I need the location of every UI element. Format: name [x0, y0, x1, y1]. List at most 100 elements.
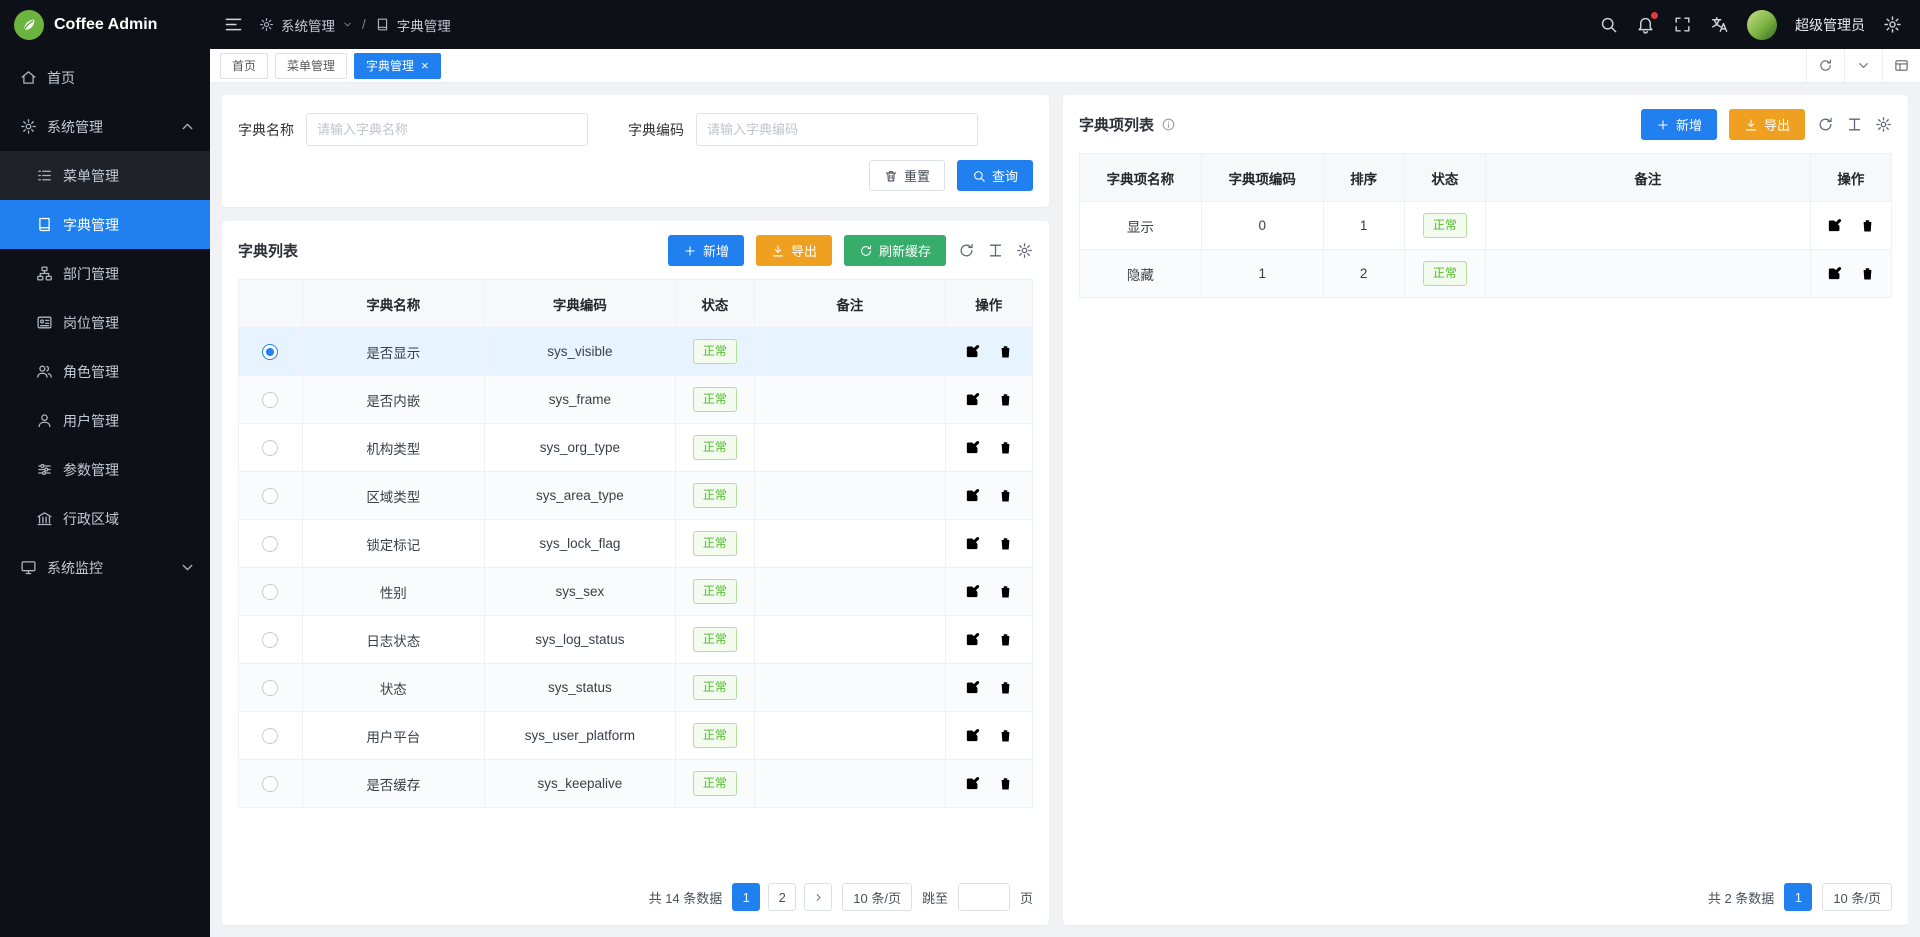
dict-row[interactable]: 性别sys_sex正常	[239, 568, 1033, 616]
dict-row[interactable]: 锁定标记sys_lock_flag正常	[239, 520, 1033, 568]
page-button-1[interactable]: 1	[732, 883, 760, 911]
column-settings-icon[interactable]	[1846, 116, 1863, 133]
add-button[interactable]: 新增	[668, 235, 744, 266]
dict-item-row[interactable]: 隐藏12正常	[1080, 250, 1892, 298]
row-radio[interactable]	[262, 584, 278, 600]
user-name[interactable]: 超级管理员	[1795, 15, 1865, 35]
delete-icon[interactable]	[997, 439, 1014, 456]
dict-row[interactable]: 是否缓存sys_keepalive正常	[239, 760, 1033, 808]
delete-icon[interactable]	[997, 391, 1014, 408]
tab-home[interactable]: 首页	[220, 53, 268, 79]
row-radio[interactable]	[262, 392, 278, 408]
page-button-2[interactable]: 2	[768, 883, 796, 911]
delete-icon[interactable]	[997, 583, 1014, 600]
sidebar-group-system[interactable]: 系统管理	[0, 102, 210, 151]
edit-icon[interactable]	[964, 343, 981, 360]
refresh-tab-button[interactable]	[1806, 49, 1844, 82]
delete-icon[interactable]	[997, 727, 1014, 744]
sidebar-item-home[interactable]: 首页	[0, 53, 210, 102]
row-radio[interactable]	[262, 776, 278, 792]
delete-icon[interactable]	[997, 775, 1014, 792]
breadcrumb-dict[interactable]: 字典管理	[397, 15, 451, 35]
edit-icon[interactable]	[964, 535, 981, 552]
edit-icon[interactable]	[964, 727, 981, 744]
app-logo[interactable]: Coffee Admin	[0, 0, 210, 49]
close-icon[interactable]: ×	[421, 59, 429, 72]
content-fullscreen-button[interactable]	[1882, 49, 1920, 82]
edit-icon[interactable]	[964, 775, 981, 792]
export-items-button[interactable]: 导出	[1729, 109, 1805, 140]
query-button[interactable]: 查询	[957, 160, 1033, 191]
tab-dict[interactable]: 字典管理×	[354, 53, 441, 79]
sidebar-item-dept[interactable]: 部门管理	[0, 249, 210, 298]
edit-icon[interactable]	[964, 487, 981, 504]
refresh-table-icon[interactable]	[958, 242, 975, 259]
edit-icon[interactable]	[964, 631, 981, 648]
edit-icon[interactable]	[964, 583, 981, 600]
tab-actions-dropdown[interactable]	[1844, 49, 1882, 82]
edit-icon[interactable]	[1826, 265, 1843, 282]
edit-icon[interactable]	[1826, 217, 1843, 234]
settings-gear-icon[interactable]	[1883, 15, 1902, 34]
page-size-select[interactable]: 10 条/页	[842, 883, 912, 911]
delete-icon[interactable]	[997, 679, 1014, 696]
delete-icon[interactable]	[997, 487, 1014, 504]
edit-icon[interactable]	[964, 391, 981, 408]
table-settings-icon[interactable]	[1016, 242, 1033, 259]
reset-button[interactable]: 重置	[869, 160, 945, 191]
edit-icon[interactable]	[964, 679, 981, 696]
sidebar-item-region[interactable]: 行政区域	[0, 494, 210, 543]
refresh-cache-button[interactable]: 刷新缓存	[844, 235, 946, 266]
sidebar-item-role[interactable]: 角色管理	[0, 347, 210, 396]
dict-code-input[interactable]	[696, 113, 978, 146]
dict-row[interactable]: 机构类型sys_org_type正常	[239, 424, 1033, 472]
row-radio[interactable]	[262, 344, 278, 360]
sidebar-item-post[interactable]: 岗位管理	[0, 298, 210, 347]
row-radio[interactable]	[262, 536, 278, 552]
dict-name-input[interactable]	[306, 113, 588, 146]
sidebar-item-menu[interactable]: 菜单管理	[0, 151, 210, 200]
page-size-select[interactable]: 10 条/页	[1822, 883, 1892, 911]
add-item-button[interactable]: 新增	[1641, 109, 1717, 140]
jump-page-input[interactable]	[958, 883, 1010, 911]
fullscreen-icon[interactable]	[1673, 15, 1692, 34]
translate-icon[interactable]	[1710, 15, 1729, 34]
row-radio[interactable]	[262, 680, 278, 696]
sidebar-item-param[interactable]: 参数管理	[0, 445, 210, 494]
table-settings-icon[interactable]	[1875, 116, 1892, 133]
search-icon[interactable]	[1599, 15, 1618, 34]
dict-remark	[755, 376, 946, 424]
breadcrumb-system[interactable]: 系统管理	[281, 15, 335, 35]
delete-icon[interactable]	[997, 343, 1014, 360]
tab-menu[interactable]: 菜单管理	[275, 53, 347, 79]
dict-row[interactable]: 区域类型sys_area_type正常	[239, 472, 1033, 520]
row-radio[interactable]	[262, 488, 278, 504]
dict-row[interactable]: 是否显示sys_visible正常	[239, 328, 1033, 376]
sidebar-item-dict[interactable]: 字典管理	[0, 200, 210, 249]
notifications-button[interactable]	[1636, 15, 1655, 34]
edit-icon[interactable]	[964, 439, 981, 456]
delete-icon[interactable]	[1859, 217, 1876, 234]
page-button-1[interactable]: 1	[1784, 883, 1812, 911]
column-settings-icon[interactable]	[987, 242, 1004, 259]
sidebar-item-user[interactable]: 用户管理	[0, 396, 210, 445]
row-radio[interactable]	[262, 632, 278, 648]
dict-row[interactable]: 状态sys_status正常	[239, 664, 1033, 712]
refresh-table-icon[interactable]	[1817, 116, 1834, 133]
dict-name: 锁定标记	[302, 520, 485, 568]
avatar[interactable]	[1747, 10, 1777, 40]
dict-row[interactable]: 用户平台sys_user_platform正常	[239, 712, 1033, 760]
export-button[interactable]: 导出	[756, 235, 832, 266]
collapse-sidebar-icon[interactable]	[224, 15, 243, 34]
row-radio[interactable]	[262, 440, 278, 456]
dict-item-row[interactable]: 显示01正常	[1080, 202, 1892, 250]
dict-row[interactable]: 日志状态sys_log_status正常	[239, 616, 1033, 664]
sidebar-group-monitor[interactable]: 系统监控	[0, 543, 210, 592]
dict-row[interactable]: 是否内嵌sys_frame正常	[239, 376, 1033, 424]
row-radio[interactable]	[262, 728, 278, 744]
delete-icon[interactable]	[997, 535, 1014, 552]
info-icon[interactable]	[1161, 117, 1176, 132]
delete-icon[interactable]	[997, 631, 1014, 648]
delete-icon[interactable]	[1859, 265, 1876, 282]
next-page-button[interactable]	[804, 883, 832, 911]
